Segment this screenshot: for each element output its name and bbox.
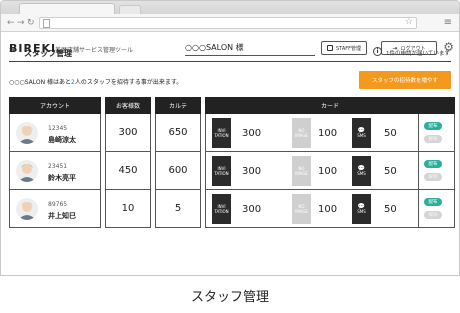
invitation-card-icon: INVI TATION xyxy=(212,118,231,148)
header-karte: カルテ xyxy=(155,97,201,114)
account-name: 島崎涼太 xyxy=(48,136,76,144)
account-id: 89765 xyxy=(48,201,68,208)
account-id: 23451 xyxy=(48,163,68,170)
page-title: スタッフ管理 xyxy=(24,49,72,58)
invitation-count: 300 xyxy=(242,128,262,139)
card-cell: INVI TATION 300 NO IMAGE 100 💬 SMS 50 配布 … xyxy=(205,152,455,190)
table-row: 23451 鈴木亮平 450 600 INVI TATION 300 NO IM… xyxy=(9,152,455,190)
divider xyxy=(418,152,419,189)
info-icon: i xyxy=(373,47,382,56)
cancel-button[interactable]: 解除 xyxy=(424,173,442,181)
no-image-card-icon: NO IMAGE xyxy=(292,194,311,224)
distribute-button[interactable]: 配布 xyxy=(424,122,442,130)
invite-description: ○○○SALON 様はあと2人のスタッフを招待する事が出来ます。 xyxy=(9,77,182,86)
sms-label: SMS xyxy=(357,171,366,176)
sms-icon: 💬 SMS xyxy=(352,156,371,186)
invite-info-row: ○○○SALON 様はあと2人のスタッフを招待する事が出来ます。 スタッフの招待… xyxy=(9,71,451,91)
increase-invites-button[interactable]: スタッフの招待数を増やす xyxy=(359,71,451,89)
header-card: カード xyxy=(205,97,455,114)
customers-cell: 300 xyxy=(105,114,151,152)
account-cell: 89765 井上知巳 xyxy=(9,190,101,228)
sms-icon: 💬 SMS xyxy=(352,194,371,224)
account-name: 鈴木亮平 xyxy=(48,174,76,182)
menu-icon[interactable]: ≡ xyxy=(444,17,452,29)
no-image-card-icon: NO IMAGE xyxy=(292,118,311,148)
cancel-button[interactable]: 解除 xyxy=(424,135,442,143)
avatar xyxy=(16,122,38,144)
tab-bar xyxy=(1,1,459,14)
cancel-button[interactable]: 解除 xyxy=(424,211,442,219)
browser-tab[interactable] xyxy=(19,3,115,14)
account-cell: 23451 鈴木亮平 xyxy=(9,152,101,190)
request-notice[interactable]: 1件の申請が届いています xyxy=(386,49,450,57)
card-cell: INVI TATION 300 NO IMAGE 100 💬 SMS 50 配布 … xyxy=(205,114,455,152)
distribute-button[interactable]: 配布 xyxy=(424,160,442,168)
forward-icon[interactable]: → xyxy=(17,17,25,29)
distribute-button[interactable]: 配布 xyxy=(424,198,442,206)
new-tab-button[interactable] xyxy=(119,5,141,14)
address-bar[interactable]: ☆ xyxy=(39,17,417,29)
karte-cell: 650 xyxy=(155,114,201,152)
desc-text-before: ○○○SALON 様はあと xyxy=(9,79,71,86)
caption: スタッフ管理 xyxy=(190,290,269,305)
sms-label: SMS xyxy=(357,209,366,214)
staff-table: アカウント お客様数 カルテ カード 12345 島崎涼太 300 650 IN… xyxy=(9,97,455,240)
no-image-count: 100 xyxy=(318,128,338,139)
page-icon xyxy=(43,19,50,28)
star-icon[interactable]: ☆ xyxy=(405,17,413,27)
divider xyxy=(418,114,419,151)
nav-bar: ← → ↻ ☆ ≡ xyxy=(1,14,459,32)
account-id: 12345 xyxy=(48,125,68,132)
karte-cell: 600 xyxy=(155,152,201,190)
table-row: 12345 島崎涼太 300 650 INVI TATION 300 NO IM… xyxy=(9,114,455,152)
sms-icon: 💬 SMS xyxy=(352,118,371,148)
card-cell: INVI TATION 300 NO IMAGE 100 💬 SMS 50 配布 … xyxy=(205,190,455,228)
sms-label: SMS xyxy=(357,133,366,138)
reload-icon[interactable]: ↻ xyxy=(27,17,35,29)
avatar xyxy=(16,198,38,220)
no-image-count: 100 xyxy=(318,204,338,215)
customers-cell: 450 xyxy=(105,152,151,190)
divider xyxy=(418,190,419,227)
account-cell: 12345 島崎涼太 xyxy=(9,114,101,152)
account-name: 井上知巳 xyxy=(48,212,76,220)
customers-cell: 10 xyxy=(105,190,151,228)
sms-count: 50 xyxy=(384,166,397,177)
avatar xyxy=(16,160,38,182)
invitation-count: 300 xyxy=(242,166,262,177)
invitation-card-icon: INVI TATION xyxy=(212,194,231,224)
invitation-card-icon: INVI TATION xyxy=(212,156,231,186)
sms-count: 50 xyxy=(384,204,397,215)
karte-cell: 5 xyxy=(155,190,201,228)
header-customers: お客様数 xyxy=(105,97,151,114)
header-account: アカウント xyxy=(9,97,101,114)
invitation-count: 300 xyxy=(242,204,262,215)
scissors-icon: ✂ xyxy=(9,46,17,56)
no-image-card-icon: NO IMAGE xyxy=(292,156,311,186)
browser-window: ← → ↻ ☆ ≡ BIREKI 美歴店舗サービス管理ツール ○○○SALON … xyxy=(0,0,460,276)
back-icon[interactable]: ← xyxy=(7,17,15,29)
desc-text-after: 人のスタッフを招待する事が出来ます。 xyxy=(74,79,183,86)
table-row: 89765 井上知巳 10 5 INVI TATION 300 NO IMAGE… xyxy=(9,190,455,228)
sms-count: 50 xyxy=(384,128,397,139)
no-image-count: 100 xyxy=(318,166,338,177)
page-title-row: ✂ スタッフ管理 i 1件の申請が届いています xyxy=(9,44,451,62)
